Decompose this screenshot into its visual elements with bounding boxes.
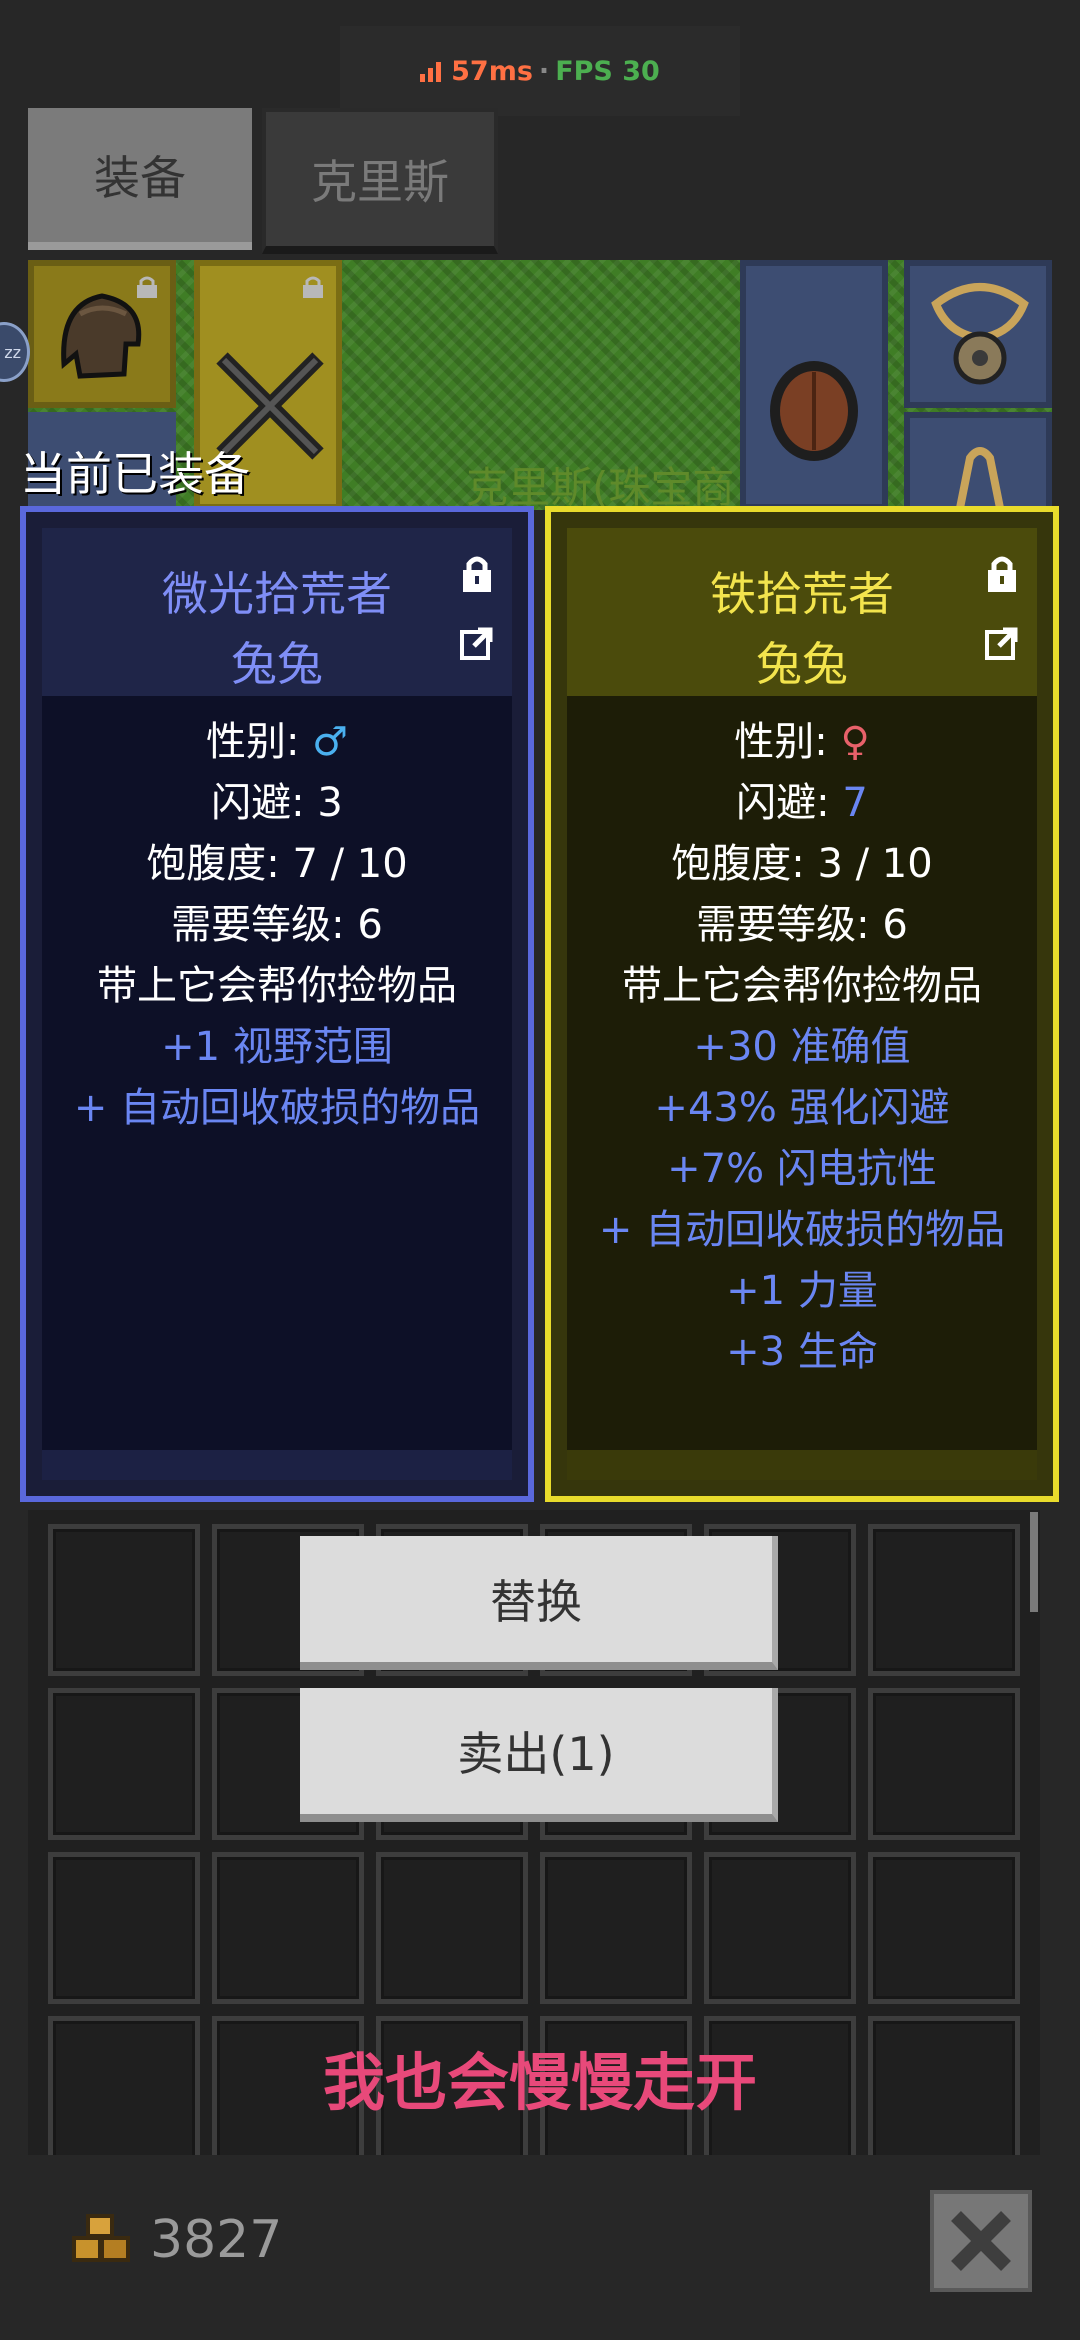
necklace-icon — [931, 283, 1029, 385]
equip-slot-necklace[interactable] — [904, 260, 1052, 408]
lock-icon[interactable] — [985, 554, 1019, 592]
close-icon — [951, 2211, 1011, 2271]
sleep-text: zz — [4, 342, 21, 362]
dodge-line: 闪避: 3 — [42, 773, 512, 834]
dodge-label: 闪避: — [736, 780, 843, 826]
description-line: 带上它会帮你捡物品 — [622, 963, 982, 1009]
bonus-line: + 自动回收破损的物品 — [73, 1085, 481, 1131]
equip-slot-shield[interactable] — [740, 260, 888, 510]
inventory-slot[interactable] — [376, 1852, 528, 2004]
bonus-line: +1 视野范围 — [161, 1024, 393, 1070]
male-symbol: ♂ — [312, 719, 349, 765]
helmet-icon — [61, 293, 142, 379]
equip-slot-helmet[interactable] — [28, 260, 176, 408]
gender-line: 性别: ♀ — [567, 712, 1037, 773]
stat-lines: 性别: ♀ 闪避: 7 饱腹度: 3 / 10 需要等级: 6 带上它会帮你捡物… — [567, 712, 1037, 1383]
card-footer — [567, 1450, 1037, 1480]
bonus-line: +7% 闪电抗性 — [667, 1146, 937, 1192]
gender-label: 性别: — [734, 719, 841, 765]
share-icon[interactable] — [985, 626, 1019, 660]
lock-icon[interactable] — [460, 554, 494, 592]
description-line: 带上它会帮你捡物品 — [97, 963, 457, 1009]
inventory-slot[interactable] — [868, 1852, 1020, 2004]
satiety-line: 饱腹度: 3 / 10 — [671, 841, 933, 887]
inventory-slot[interactable] — [48, 1852, 200, 2004]
bonus-line: +43% 强化闪避 — [654, 1085, 950, 1131]
stat-lines: 性别: ♂ 闪避: 3 饱腹度: 7 / 10 需要等级: 6 带上它会帮你捡物… — [42, 712, 512, 1139]
signal-icon — [420, 60, 442, 82]
tab-equipment[interactable]: 装备 — [28, 108, 252, 250]
inventory-slot[interactable] — [868, 1524, 1020, 1676]
bonus-line: +1 力量 — [726, 1268, 878, 1314]
gender-label: 性别: — [205, 719, 313, 765]
female-symbol: ♀ — [840, 719, 870, 765]
dodge-value: 3 — [317, 780, 343, 826]
fps-text: FPS 30 — [555, 55, 660, 87]
tab-chris[interactable]: 克里斯 — [262, 108, 498, 254]
current-equipped-label: 当前已装备 — [20, 447, 250, 501]
dodge-value: 7 — [842, 780, 868, 826]
bonus-line: +30 准确值 — [693, 1024, 911, 1070]
shield-icon — [770, 361, 858, 461]
bonus-line: +3 生命 — [726, 1329, 878, 1375]
required-level-line: 需要等级: 6 — [171, 902, 383, 948]
floating-message: 我也会慢慢走开 — [322, 2046, 757, 2119]
item-name: 铁拾荒者 — [710, 567, 894, 621]
bonus-line: + 自动回收破损的物品 — [598, 1207, 1006, 1253]
share-icon[interactable] — [460, 626, 494, 660]
pet-name: 兔兔 — [756, 637, 848, 691]
inventory-slot[interactable] — [868, 1688, 1020, 1840]
status-separator: · — [538, 55, 550, 87]
equip-slot-ring[interactable] — [904, 412, 1052, 512]
ping-text: 57ms — [451, 55, 533, 87]
network-status: 57ms · FPS 30 — [340, 26, 740, 116]
pet-name: 兔兔 — [231, 637, 323, 691]
satiety-line: 饱腹度: 7 / 10 — [146, 841, 408, 887]
required-level-line: 需要等级: 6 — [696, 902, 908, 948]
dodge-line: 闪避: 7 — [567, 773, 1037, 834]
inventory-slot[interactable] — [48, 1688, 200, 1840]
lock-icon — [303, 276, 323, 298]
card-footer — [42, 1450, 512, 1480]
close-button[interactable] — [930, 2190, 1032, 2292]
gold-amount: 3827 — [150, 2210, 283, 2270]
item-name: 微光拾荒者 — [162, 567, 392, 621]
ring-icon — [956, 447, 1004, 508]
inventory-slot[interactable] — [704, 1852, 856, 2004]
inventory-slot[interactable] — [540, 1852, 692, 2004]
sleep-bubble: zz — [0, 322, 30, 382]
new-item-card: 铁拾荒者 兔兔 性别: ♀ 闪避: 7 饱腹度: 3 / 10 需要等级: 6 … — [545, 506, 1059, 1502]
equipped-item-card: 微光拾荒者 兔兔 性别: ♂ 闪避: 3 饱腹度: 7 / 10 需要等级: 6… — [20, 506, 534, 1502]
replace-button[interactable]: 替换 — [300, 1536, 778, 1670]
inventory-slot[interactable] — [48, 1524, 200, 1676]
dodge-label: 闪避: — [211, 780, 318, 826]
sell-button[interactable]: 卖出(1) — [300, 1688, 778, 1822]
lock-icon — [137, 276, 157, 298]
gender-line: 性别: ♂ — [42, 712, 512, 773]
inventory-slot[interactable] — [212, 1852, 364, 2004]
coin-icon — [72, 2214, 130, 2262]
inventory-scrollbar[interactable] — [1030, 1512, 1038, 1612]
